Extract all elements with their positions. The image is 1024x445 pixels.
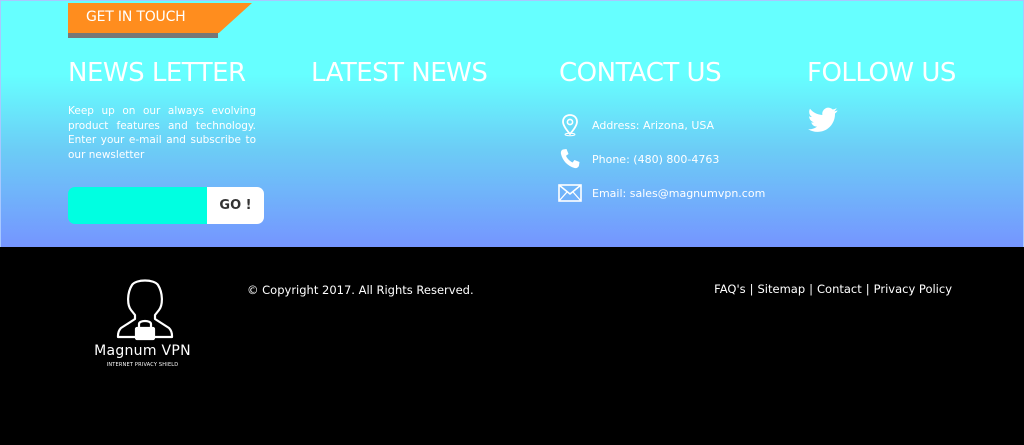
contact-email: Email: sales@magnumvpn.com [558, 181, 765, 205]
location-pin-icon [558, 113, 582, 137]
newsletter-go-button[interactable]: GO ! [207, 187, 264, 224]
phone-icon [558, 147, 582, 171]
contact-us-title: CONTACT US [559, 58, 722, 88]
contact-phone-link[interactable]: Phone: (480) 800-4763 [592, 153, 719, 166]
magnum-vpn-logo [116, 279, 174, 341]
contact-address-text: Address: Arizona, USA [592, 118, 715, 132]
newsletter-title: NEWS LETTER [68, 58, 246, 88]
twitter-icon[interactable] [808, 107, 838, 133]
follow-us-title: FOLLOW US [807, 58, 956, 88]
latest-news-title: LATEST NEWS [311, 58, 488, 88]
footer-link-faqs[interactable]: FAQ's [714, 282, 745, 296]
logo-name: Magnum VPN [94, 343, 191, 359]
envelope-icon [558, 181, 582, 205]
contact-email-link[interactable]: Email: sales@magnumvpn.com [592, 187, 765, 200]
link-separator: | [749, 282, 754, 296]
contact-address: Address: Arizona, USA [558, 113, 714, 137]
contact-phone: Phone: (480) 800-4763 [558, 147, 719, 171]
logo-tagline: INTERNET PRIVACY SHIELD [106, 362, 179, 368]
footer-links: FAQ's | Sitemap | Contact | Privacy Policy [714, 282, 952, 296]
newsletter-email-input[interactable] [68, 187, 207, 224]
footer-link-sitemap[interactable]: Sitemap [757, 282, 805, 296]
link-separator: | [865, 282, 870, 296]
newsletter-form: GO ! [68, 187, 264, 224]
newsletter-description: Keep up on our always evolving product f… [68, 105, 256, 161]
copyright-text: © Copyright 2017. All Rights Reserved. [247, 283, 474, 297]
get-in-touch-label: GET IN TOUCH [86, 9, 186, 25]
footer-link-privacy-policy[interactable]: Privacy Policy [874, 282, 952, 296]
footer-link-contact[interactable]: Contact [817, 282, 862, 296]
link-separator: | [809, 282, 813, 296]
ribbon-shadow [68, 33, 218, 38]
